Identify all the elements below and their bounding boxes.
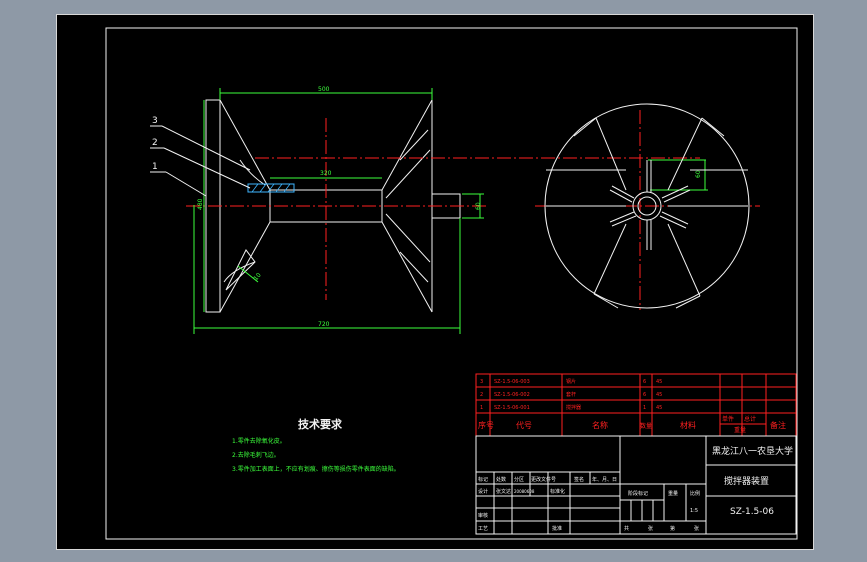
row2-code: SZ-1.5-06-002 <box>494 392 530 398</box>
row2-material: 45 <box>656 392 662 398</box>
header-name: 名称 <box>592 420 608 430</box>
header-weight: 重量 <box>734 426 746 434</box>
label-sheet-unit: 张 <box>648 525 653 532</box>
scale-value: 1:5 <box>690 508 698 514</box>
label-mark: 标记 <box>478 476 488 483</box>
dim-left-height: 480 <box>197 198 204 210</box>
dim-inner-width: 320 <box>320 170 332 177</box>
row1-name: 搅拌器 <box>566 404 581 411</box>
cad-drawing: 500 320 720 480 60 10 60 3 2 1 3 SZ-1.5-… <box>105 27 798 540</box>
label-doc-no: 更改文件号 <box>531 476 556 483</box>
leaders <box>150 125 251 197</box>
design-date: 20080608 <box>514 489 535 494</box>
tech-requirement-3: 3.零件加工表面上，不应有划痕、擦伤等损伤零件表面的缺陷。 <box>232 466 400 473</box>
dimension-texts: 500 320 720 480 60 10 60 <box>197 86 702 328</box>
part-callouts: 3 2 1 <box>152 116 158 172</box>
tech-requirement-2: 2.去除毛刺飞边。 <box>232 452 280 459</box>
label-sheets: 共 <box>624 525 629 532</box>
header-material: 材料 <box>680 420 696 430</box>
dim-blade-offset: 60 <box>695 170 702 178</box>
drawing-code: SZ-1.5-06 <box>730 507 774 517</box>
row2-no: 2 <box>480 392 483 398</box>
dim-angle: 10 <box>252 272 262 282</box>
dim-top-width: 500 <box>318 86 330 93</box>
inner-border <box>105 27 798 540</box>
label-review: 审核 <box>478 512 488 519</box>
label-standardize: 标准化 <box>550 488 565 495</box>
designer-name: 张文达 <box>496 488 511 495</box>
label-approve: 批准 <box>552 525 562 532</box>
parts-list-text: 3 SZ-1.5-06-003 钢片 6 45 2 SZ-1.5-06-002 … <box>480 378 662 411</box>
header-remark: 备注 <box>770 420 786 430</box>
dim-right-diameter: 60 <box>475 202 482 210</box>
label-sign: 签名 <box>574 476 584 483</box>
label-page: 第 <box>670 525 675 532</box>
header-total: 总计 <box>744 415 756 423</box>
row1-material: 45 <box>656 405 662 411</box>
label-zone: 分区 <box>514 476 524 483</box>
row2-qty: 6 <box>643 392 646 398</box>
row3-qty: 6 <box>643 379 646 385</box>
callout-3: 3 <box>152 116 158 126</box>
tech-requirements-title: 技术要求 <box>298 418 342 431</box>
callout-2: 2 <box>152 138 158 148</box>
label-ratio: 比例 <box>690 490 700 497</box>
header-qty: 数量 <box>640 422 652 430</box>
row1-no: 1 <box>480 405 483 411</box>
label-mass: 重量 <box>668 490 678 497</box>
label-date: 年、月、日 <box>592 476 617 483</box>
label-stage: 阶段标记 <box>628 490 648 497</box>
label-page-unit: 张 <box>694 525 699 532</box>
front-view <box>205 99 461 313</box>
row2-name: 套杆 <box>566 391 576 398</box>
tech-requirement-1: 1.零件去除氧化皮。 <box>232 438 286 445</box>
left-blade-lower <box>225 249 256 291</box>
callout-1: 1 <box>152 162 158 172</box>
header-no: 序号 <box>478 420 494 430</box>
label-design: 设计 <box>478 488 488 495</box>
drawing-name: 搅拌器装置 <box>724 475 769 487</box>
row1-qty: 1 <box>643 405 646 411</box>
row3-name: 钢片 <box>566 378 576 385</box>
header-code: 代号 <box>516 420 532 430</box>
label-count: 处数 <box>496 476 506 483</box>
row3-code: SZ-1.5-06-003 <box>494 379 530 385</box>
title-block-main: 黑龙江八一农垦大学 搅拌器装置 SZ-1.5-06 <box>712 445 793 517</box>
school-name: 黑龙江八一农垦大学 <box>712 445 793 457</box>
dim-total-length: 720 <box>318 321 330 328</box>
header-unit: 单件 <box>722 415 734 423</box>
center-lines <box>186 110 760 310</box>
row3-material: 45 <box>656 379 662 385</box>
row1-code: SZ-1.5-06-001 <box>494 405 530 411</box>
dimension-lines <box>193 88 708 334</box>
label-process: 工艺 <box>478 526 488 532</box>
row3-no: 3 <box>480 379 483 385</box>
